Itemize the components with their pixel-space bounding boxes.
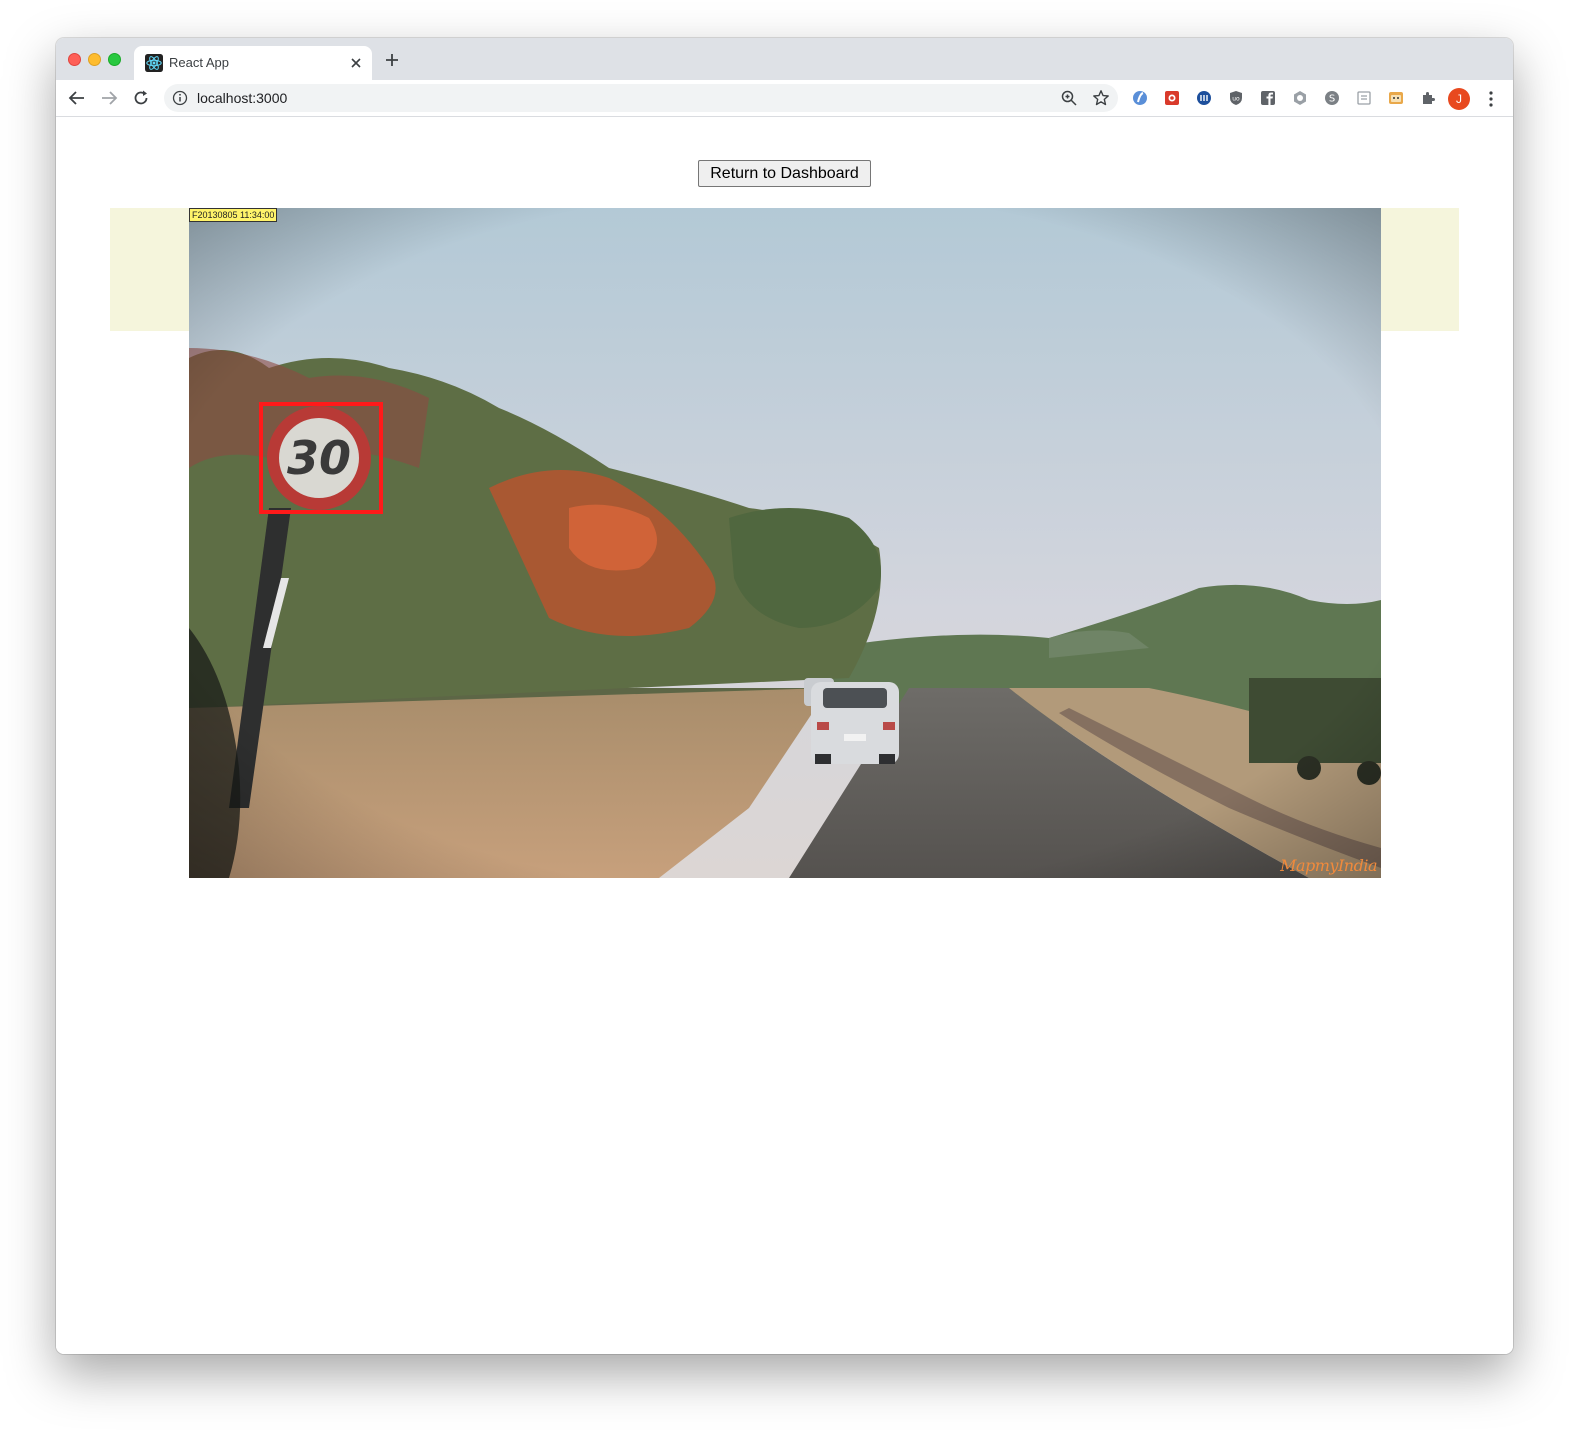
extension-2-icon[interactable]: [1164, 90, 1180, 106]
zoom-window-button[interactable]: [108, 53, 121, 66]
extension-7-icon[interactable]: S: [1324, 90, 1340, 106]
extension-6-icon[interactable]: [1292, 90, 1308, 106]
new-tab-icon[interactable]: [384, 52, 400, 68]
address-bar[interactable]: localhost:3000: [164, 84, 1118, 112]
extension-5-icon[interactable]: [1260, 90, 1276, 106]
browser-window: React App localhost:3000 uo S J Return t…: [56, 38, 1513, 1354]
return-to-dashboard-button[interactable]: Return to Dashboard: [698, 160, 871, 187]
svg-text:uo: uo: [1232, 96, 1240, 103]
extension-8-icon[interactable]: [1356, 90, 1372, 106]
tab-react-app[interactable]: React App: [134, 46, 372, 80]
extension-1-icon[interactable]: [1132, 90, 1148, 106]
puzzle-icon[interactable]: [1420, 90, 1436, 106]
detection-bounding-box: [259, 402, 383, 514]
road-camera-image: 30 F20130805 11:34:00 MapmyIndia: [189, 208, 1381, 878]
forward-arrow-icon[interactable]: [99, 88, 119, 108]
info-icon[interactable]: [172, 90, 188, 106]
image-timestamp: F20130805 11:34:00: [189, 208, 278, 222]
road-scene-illustration: 30: [189, 208, 1381, 878]
minimize-window-button[interactable]: [88, 53, 101, 66]
close-window-button[interactable]: [68, 53, 81, 66]
extension-9-icon[interactable]: [1388, 90, 1404, 106]
extension-4-icon[interactable]: uo: [1228, 90, 1244, 106]
react-icon: [145, 54, 163, 72]
profile-avatar[interactable]: J: [1448, 88, 1470, 110]
extension-3-icon[interactable]: [1196, 90, 1212, 106]
star-icon[interactable]: [1092, 89, 1110, 107]
reload-icon[interactable]: [131, 88, 151, 108]
back-arrow-icon[interactable]: [67, 88, 87, 108]
browser-toolbar: localhost:3000 uo S J: [56, 80, 1513, 117]
url-text: localhost:3000: [197, 90, 288, 106]
tab-strip: React App: [56, 38, 1513, 80]
image-watermark: MapmyIndia: [1280, 856, 1377, 875]
more-menu-icon[interactable]: [1482, 89, 1500, 109]
close-icon[interactable]: [348, 55, 364, 71]
tab-title: React App: [169, 55, 229, 70]
svg-text:S: S: [1329, 94, 1335, 105]
page-viewport: Return to Dashboard F20130805 11:34:00 M…: [56, 117, 1513, 1354]
zoom-icon[interactable]: [1060, 89, 1078, 107]
